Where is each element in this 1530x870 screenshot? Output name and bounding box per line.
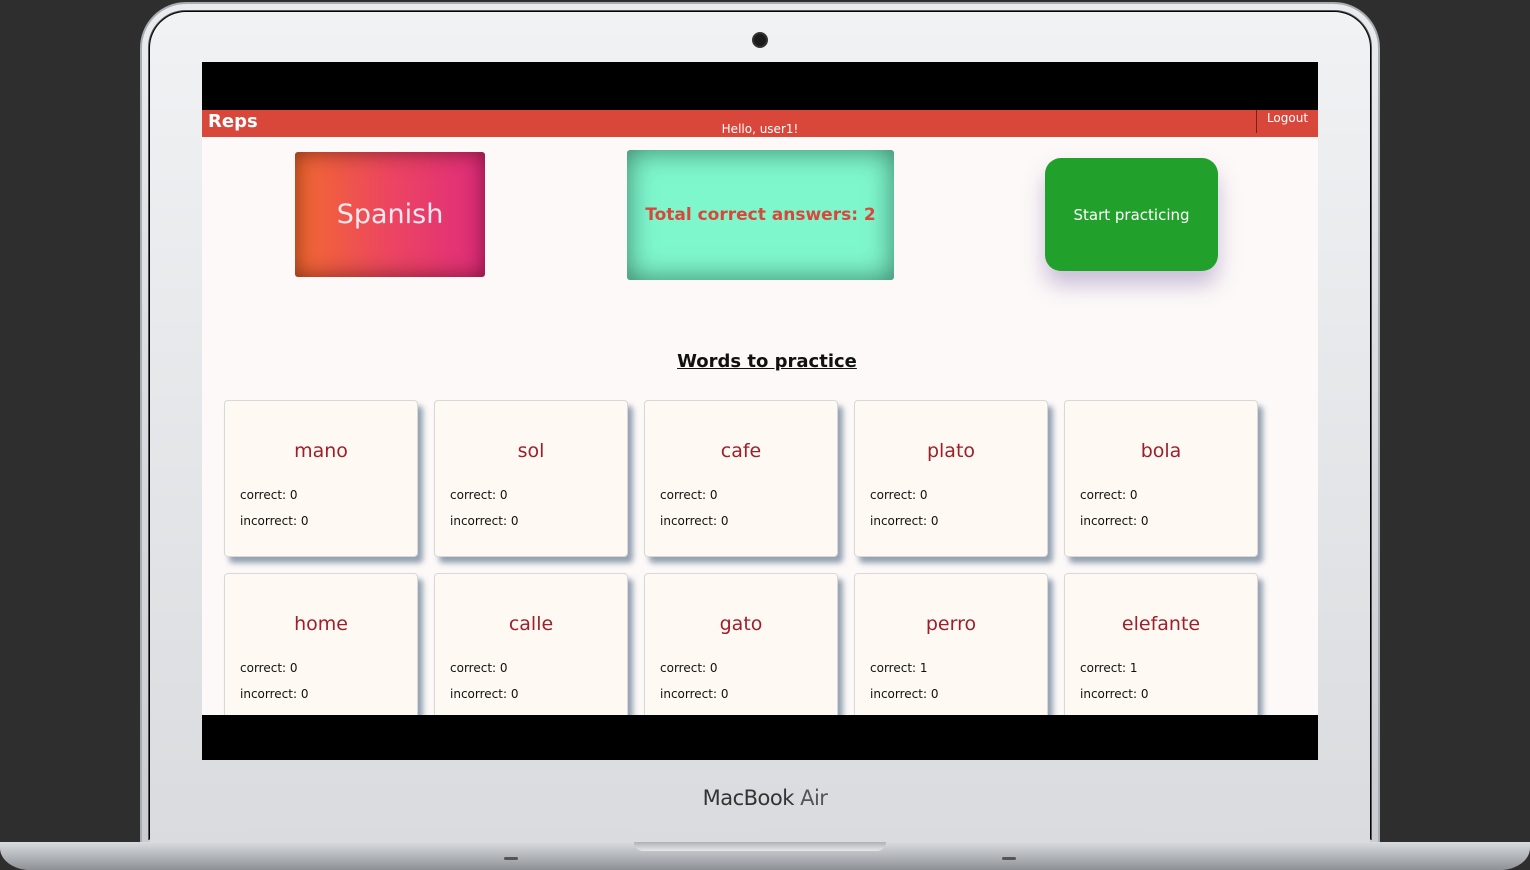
word-card[interactable]: home correct: 0 incorrect: 0 — [224, 573, 418, 715]
word-card[interactable]: calle correct: 0 incorrect: 0 — [434, 573, 628, 715]
word-card[interactable]: plato correct: 0 incorrect: 0 — [854, 400, 1048, 557]
words-section-title: Words to practice — [677, 351, 857, 372]
correct-count: correct: 0 — [870, 488, 928, 502]
incorrect-count: incorrect: 0 — [240, 687, 309, 701]
word-card[interactable]: cafe correct: 0 incorrect: 0 — [644, 400, 838, 557]
laptop-foot — [504, 857, 518, 860]
laptop-screen: Reps Hello, user1! Logout Spanish Total … — [202, 62, 1318, 760]
start-practicing-button[interactable]: Start practicing — [1045, 158, 1218, 271]
word-card[interactable]: bola correct: 0 incorrect: 0 — [1064, 400, 1258, 557]
word-card[interactable]: elefante correct: 1 incorrect: 0 — [1064, 573, 1258, 715]
user-greeting: Hello, user1! — [721, 122, 799, 136]
correct-count: correct: 0 — [1080, 488, 1138, 502]
correct-count: correct: 0 — [450, 661, 508, 675]
logout-button[interactable]: Logout — [1256, 110, 1318, 133]
incorrect-count: incorrect: 0 — [450, 514, 519, 528]
incorrect-count: incorrect: 0 — [660, 514, 729, 528]
word-label: cafe — [720, 440, 762, 462]
word-label: gato — [719, 613, 763, 635]
incorrect-count: incorrect: 0 — [870, 687, 939, 701]
language-label: Spanish — [336, 199, 444, 230]
word-card[interactable]: sol correct: 0 incorrect: 0 — [434, 400, 628, 557]
word-label: mano — [294, 440, 348, 462]
laptop-notch — [634, 842, 886, 851]
incorrect-count: incorrect: 0 — [240, 514, 309, 528]
word-label: bola — [1140, 440, 1182, 462]
word-label: elefante — [1121, 613, 1201, 635]
word-label: home — [294, 613, 348, 635]
total-correct-card: Total correct answers: 2 — [627, 150, 894, 280]
correct-count: correct: 1 — [870, 661, 928, 675]
incorrect-count: incorrect: 0 — [1080, 687, 1149, 701]
word-label: perro — [925, 613, 977, 635]
word-card[interactable]: perro correct: 1 incorrect: 0 — [854, 573, 1048, 715]
incorrect-count: incorrect: 0 — [660, 687, 729, 701]
total-correct-label: Total correct answers: 2 — [645, 205, 876, 225]
incorrect-count: incorrect: 0 — [870, 514, 939, 528]
incorrect-count: incorrect: 0 — [450, 687, 519, 701]
model-name: Air — [800, 786, 828, 810]
language-card: Spanish — [295, 152, 485, 277]
word-card[interactable]: mano correct: 0 incorrect: 0 — [224, 400, 418, 557]
incorrect-count: incorrect: 0 — [1080, 514, 1149, 528]
browser-viewport: Reps Hello, user1! Logout Spanish Total … — [202, 110, 1318, 715]
camera-icon — [752, 32, 768, 48]
navbar: Reps Hello, user1! Logout — [202, 110, 1318, 137]
correct-count: correct: 0 — [660, 488, 718, 502]
brand-name: MacBook — [702, 786, 795, 810]
laptop-foot — [1002, 857, 1016, 860]
word-label: calle — [508, 613, 554, 635]
correct-count: correct: 1 — [1080, 661, 1138, 675]
correct-count: correct: 0 — [450, 488, 508, 502]
word-grid: mano correct: 0 incorrect: 0 sol correct: 0 i… — [224, 400, 1258, 715]
word-label: plato — [926, 440, 976, 462]
correct-count: correct: 0 — [240, 661, 298, 675]
correct-count: correct: 0 — [240, 488, 298, 502]
word-card[interactable]: gato correct: 0 incorrect: 0 — [644, 573, 838, 715]
correct-count: correct: 0 — [660, 661, 718, 675]
device-brand: MacBook Air — [0, 786, 1530, 810]
word-label: sol — [517, 440, 545, 462]
